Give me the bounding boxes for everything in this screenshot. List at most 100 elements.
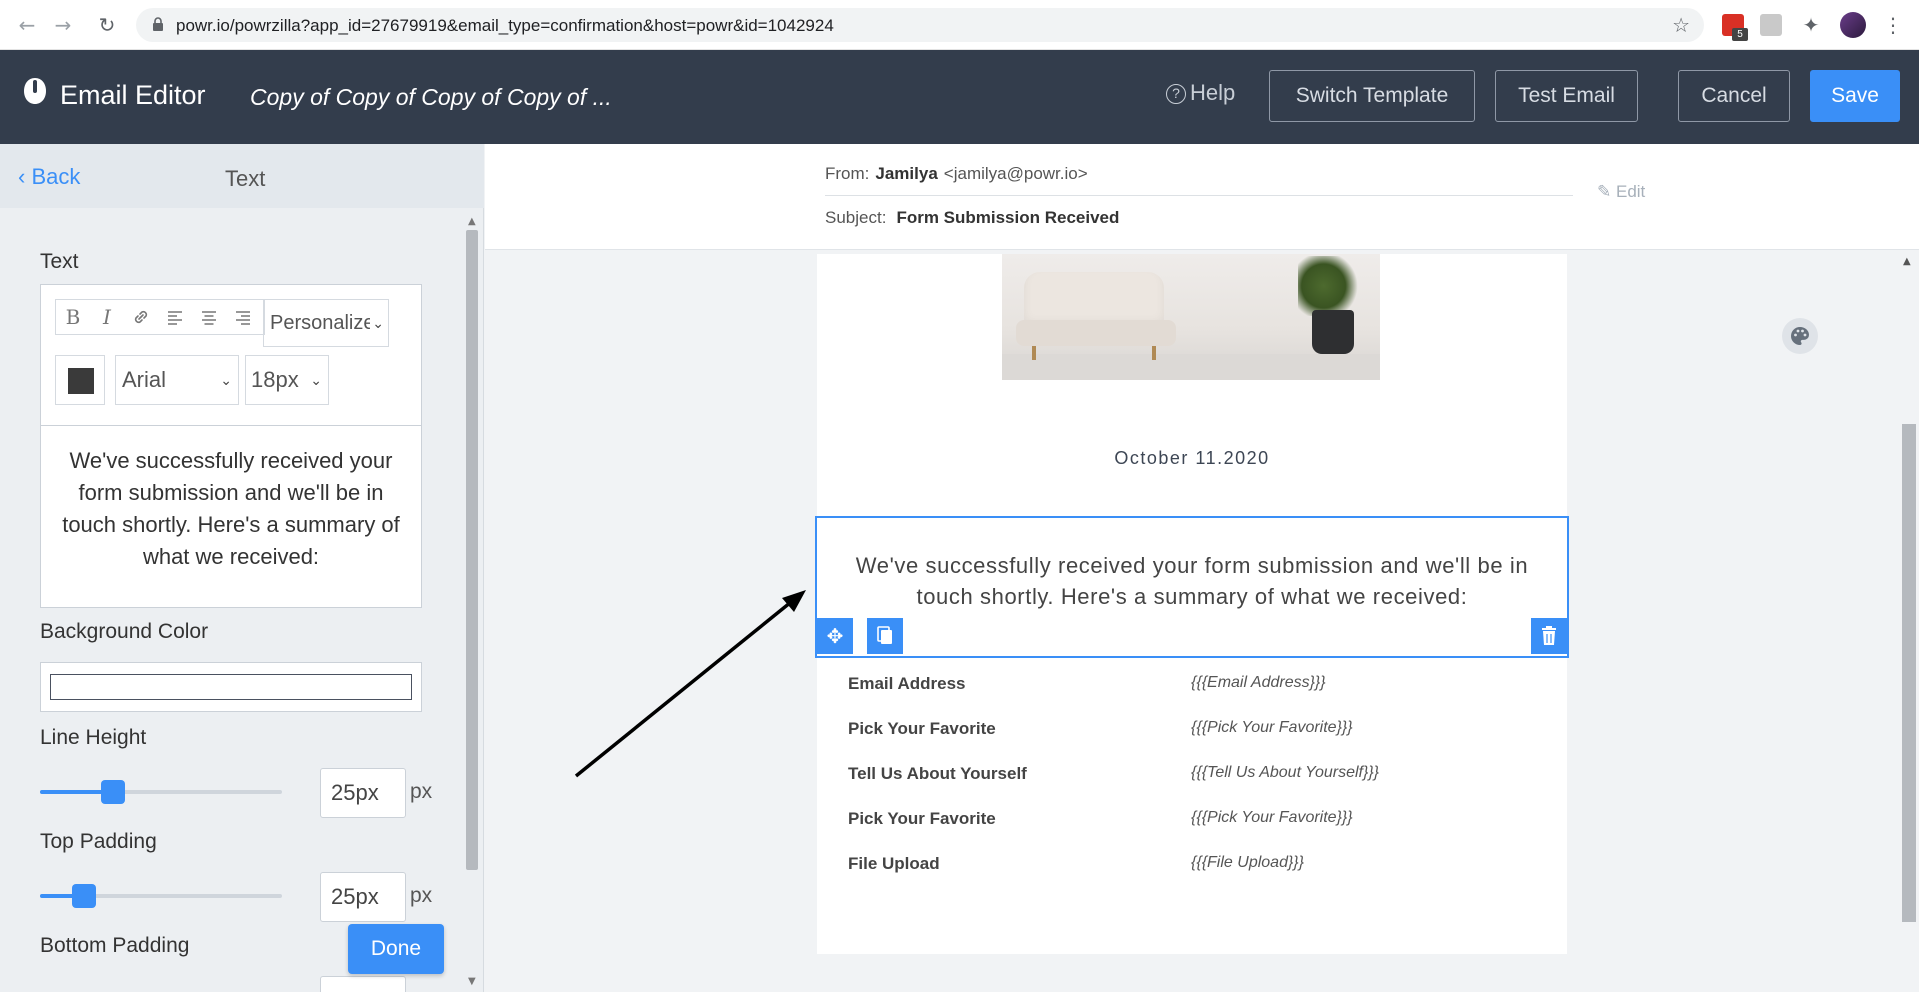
palette-icon[interactable] [1782,318,1818,354]
align-center-button[interactable] [192,300,226,334]
line-height-slider[interactable] [40,780,282,804]
save-button[interactable]: Save [1810,70,1900,122]
bottom-padding-label: Bottom Padding [40,934,190,957]
top-padding-slider[interactable] [40,884,282,908]
help-link[interactable]: ? Help [1166,80,1235,106]
canvas-scrollbar[interactable] [1902,424,1916,922]
app-header: Email Editor Copy of Copy of Copy of Cop… [0,50,1919,144]
italic-button[interactable]: I [90,300,124,334]
editor-content[interactable]: We've successfully received your form su… [55,445,407,573]
powr-logo-icon [24,78,46,104]
hero-sofa-leg [1032,346,1036,360]
top-padding-unit: px [410,884,433,907]
align-right-button[interactable] [226,300,260,334]
summary-label: Pick Your Favorite [848,809,996,828]
extension-gray-icon[interactable] [1760,14,1782,36]
palette-icon-glyph [1791,327,1809,345]
summary-value: {{{Pick Your Favorite}}} [1191,809,1353,826]
address-bar[interactable]: powr.io/powrzilla?app_id=27679919&email_… [136,8,1704,42]
line-height-unit: px [410,780,433,803]
editor-divider [41,425,421,426]
email-canvas: October 11.2020 We've successfully recei… [815,254,1569,954]
cancel-button[interactable]: Cancel [1678,70,1790,122]
summary-label: Email Address [848,674,966,693]
top-padding-label: Top Padding [40,830,157,853]
browser-menu-icon[interactable]: ⋮ [1882,14,1904,36]
summary-label: Pick Your Favorite [848,719,996,738]
summary-row: Tell Us About Yourself {{{Tell Us About … [817,752,1567,797]
email-subject: Subject: Form Submission Received [825,208,1119,228]
from-label: From: [825,164,870,183]
hero-plant-leaves [1298,256,1362,316]
line-height-slider-handle[interactable] [101,780,125,804]
background-color-picker[interactable] [40,662,422,712]
chevron-down-icon: ⌄ [370,300,384,346]
text-color-picker[interactable] [55,355,105,405]
switch-template-button[interactable]: Switch Template [1269,70,1475,122]
canvas-scroll-up-icon[interactable]: ▲ [1903,256,1911,267]
top-padding-slider-handle[interactable] [72,884,96,908]
text-color-swatch [68,368,94,394]
panel-header: ‹ Back Text [0,144,484,208]
hero-plant-pot [1312,310,1354,354]
trash-icon [1542,626,1556,645]
text-block-message[interactable]: We've successfully received your form su… [835,550,1549,612]
extensions-puzzle-icon[interactable]: ✦ [1800,14,1822,36]
summary-label: File Upload [848,854,940,873]
format-toolbar: B I [55,299,265,335]
lock-icon [153,17,163,31]
browser-back-icon[interactable]: ← [16,14,38,36]
personalize-dropdown[interactable]: Personalize ⌄ [263,299,389,347]
browser-forward-icon[interactable]: → [52,14,74,36]
background-color-label: Background Color [40,620,209,643]
font-size-select[interactable]: 18px ⌄ [245,355,329,405]
panel-scroll-up-icon[interactable]: ▲ [468,216,476,227]
align-left-icon [168,311,182,325]
done-button[interactable]: Done [348,924,444,974]
settings-panel: ‹ Back Text ▲ ▼ Text B I Personalize ⌄ A… [0,144,484,992]
align-left-button[interactable] [158,300,192,334]
bookmark-star-icon[interactable]: ☆ [1672,13,1690,37]
summary-value: {{{Email Address}}} [1191,674,1326,691]
summary-value: {{{File Upload}}} [1191,854,1304,871]
back-button[interactable]: ‹ Back [18,164,80,190]
edit-meta-button[interactable]: ✎ Edit [1597,182,1645,202]
email-from: From: Jamilya <jamilya@powr.io> [825,164,1088,184]
hero-sofa-seat [1016,320,1176,346]
subject-label: Subject: [825,208,887,227]
line-height-input[interactable]: 25px [320,768,406,818]
test-email-button[interactable]: Test Email [1495,70,1638,122]
panel-title: Text [225,166,266,191]
meta-divider [825,195,1573,196]
subject-value: Form Submission Received [896,208,1120,227]
edit-label: Edit [1615,182,1646,201]
help-label: Help [1190,80,1236,105]
summary-row: Pick Your Favorite {{{Pick Your Favorite… [817,707,1567,752]
panel-scroll-down-icon[interactable]: ▼ [468,976,476,987]
link-button[interactable] [124,300,158,334]
email-date[interactable]: October 11.2020 [817,448,1567,469]
profile-avatar[interactable] [1840,12,1866,38]
bottom-padding-input[interactable] [320,976,406,992]
line-height-label: Line Height [40,726,147,749]
font-size-value: 18px [251,367,299,392]
rich-text-editor[interactable]: B I Personalize ⌄ Arial ⌄ 18px ⌄ We've s… [40,284,422,608]
chevron-down-icon: ⌄ [220,372,232,388]
move-icon: ✥ [826,624,844,648]
font-family-select[interactable]: Arial ⌄ [115,355,239,405]
text-label: Text [40,250,79,273]
hero-image[interactable] [1002,254,1380,380]
from-address: <jamilya@powr.io> [943,164,1088,183]
help-icon: ? [1166,84,1186,104]
template-name[interactable]: Copy of Copy of Copy of Copy of ... [250,84,612,111]
panel-scrollbar[interactable] [466,230,478,870]
pencil-icon: ✎ [1597,182,1612,201]
browser-reload-icon[interactable]: ↻ [96,14,118,36]
top-padding-input[interactable]: 25px [320,872,406,922]
duplicate-block-button[interactable] [867,618,903,654]
delete-block-button[interactable] [1531,618,1567,654]
move-block-button[interactable]: ✥ [817,618,853,654]
extension-badge: 5 [1732,28,1748,41]
bold-button[interactable]: B [56,300,90,334]
selected-text-block[interactable]: We've successfully received your form su… [815,516,1569,658]
